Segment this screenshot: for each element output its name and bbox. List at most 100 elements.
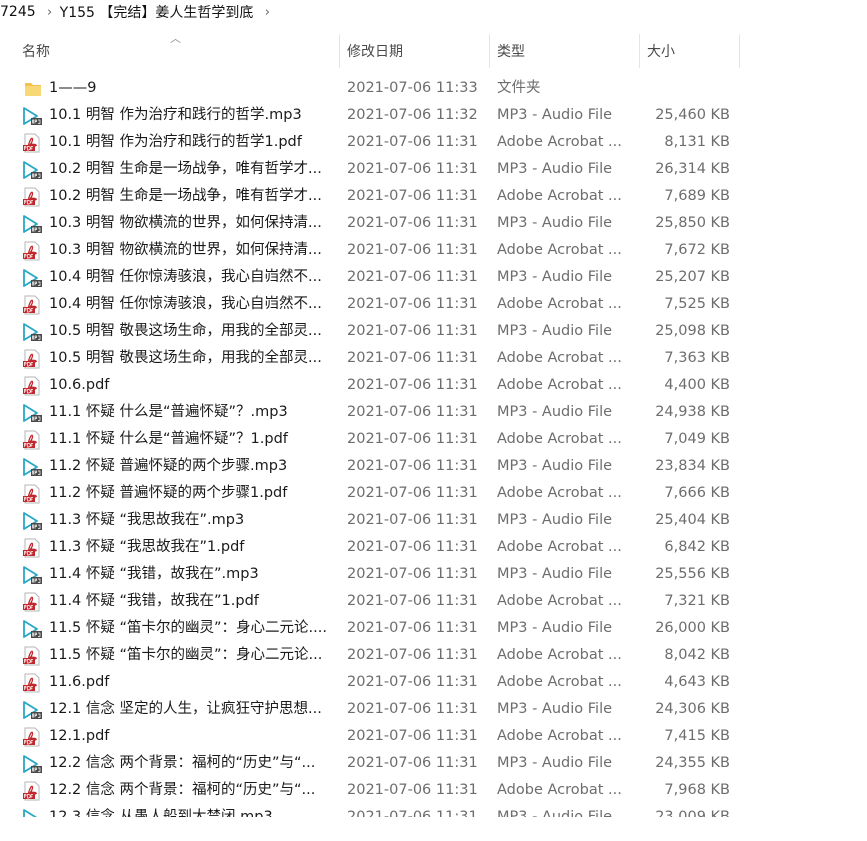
file-row[interactable]: 12.1.pdf 2021-07-06 11:31 Adobe Acrobat ..… <box>0 723 867 750</box>
breadcrumb-item-parent[interactable]: 7245 <box>0 4 40 20</box>
file-type: MP3 - Audio File <box>497 269 613 285</box>
file-modified-date: 2021-07-06 11:31 <box>347 350 478 366</box>
pdf-file-icon <box>22 133 44 153</box>
column-divider[interactable] <box>739 34 740 68</box>
file-row[interactable]: 10.3 明智 物欲横流的世界，如何保持清... 2021-07-06 11:31… <box>0 237 867 264</box>
column-header-bar: 名称 ︿ 修改日期 类型 大小 <box>0 32 867 68</box>
file-name: 10.1 明智 作为治疗和践行的哲学.mp3 <box>49 107 302 123</box>
pdf-file-icon <box>22 727 44 747</box>
file-modified-date: 2021-07-06 11:31 <box>347 377 478 393</box>
file-row[interactable]: 10.2 明智 生命是一场战争，唯有哲学才... 2021-07-06 11:31… <box>0 156 867 183</box>
file-row[interactable]: 11.4 怀疑 “我错，故我在”1.pdf 2021-07-06 11:31 Ado… <box>0 588 867 615</box>
file-name: 10.5 明智 敬畏这场生命，用我的全部灵... <box>49 323 322 339</box>
file-row[interactable]: 12.2 信念 两个背景：福柯的“历史”与“... 2021-07-06 11:3… <box>0 750 867 777</box>
file-type: MP3 - Audio File <box>497 215 613 231</box>
file-row[interactable]: 10.2 明智 生命是一场战争，唯有哲学才... 2021-07-06 11:31… <box>0 183 867 210</box>
column-divider[interactable] <box>339 34 340 68</box>
file-modified-date: 2021-07-06 11:31 <box>347 593 478 609</box>
file-row[interactable]: 11.3 怀疑 “我思故我在”.mp3 2021-07-06 11:31 MP3 -… <box>0 507 867 534</box>
file-size: 23,834 KB <box>655 458 730 474</box>
chevron-right-icon[interactable]: › <box>40 5 60 20</box>
mp3-file-icon <box>22 565 44 585</box>
file-type: MP3 - Audio File <box>497 107 613 123</box>
pdf-file-icon <box>22 781 44 801</box>
file-size: 4,400 KB <box>664 377 730 393</box>
file-row[interactable]: 10.6.pdf 2021-07-06 11:31 Adobe Acrobat ..… <box>0 372 867 399</box>
file-row[interactable]: 10.4 明智 任你惊涛骇浪，我心自岿然不... 2021-07-06 11:31… <box>0 264 867 291</box>
column-divider[interactable] <box>489 34 490 68</box>
file-row[interactable]: 10.1 明智 作为治疗和践行的哲学1.pdf 2021-07-06 11:31 A… <box>0 129 867 156</box>
file-size: 8,131 KB <box>664 134 730 150</box>
file-type: Adobe Acrobat ... <box>497 350 622 366</box>
mp3-file-icon <box>22 268 44 288</box>
file-row[interactable]: 10.5 明智 敬畏这场生命，用我的全部灵... 2021-07-06 11:31… <box>0 318 867 345</box>
sort-ascending-icon: ︿ <box>170 32 181 45</box>
file-name: 11.5 怀疑 “笛卡尔的幽灵”：身心二元论.... <box>49 620 327 636</box>
file-row[interactable]: 1——9 2021-07-06 11:33 文件夹 <box>0 75 867 102</box>
file-name: 11.4 怀疑 “我错，故我在”1.pdf <box>49 593 259 609</box>
file-size: 25,404 KB <box>655 512 730 528</box>
pdf-file-icon <box>22 538 44 558</box>
file-row[interactable]: 11.5 怀疑 “笛卡尔的幽灵”：身心二元论... 2021-07-06 11:3… <box>0 642 867 669</box>
file-row[interactable]: 10.5 明智 敬畏这场生命，用我的全部灵... 2021-07-06 11:31… <box>0 345 867 372</box>
file-name: 12.2 信念 两个背景：福柯的“历史”与“... <box>49 755 316 771</box>
file-modified-date: 2021-07-06 11:32 <box>347 107 478 123</box>
mp3-file-icon <box>22 214 44 234</box>
file-row[interactable]: 11.5 怀疑 “笛卡尔的幽灵”：身心二元论.... 2021-07-06 11:… <box>0 615 867 642</box>
file-size: 25,207 KB <box>655 269 730 285</box>
file-row[interactable]: 11.1 怀疑 什么是“普遍怀疑”？1.pdf 2021-07-06 11:31 A… <box>0 426 867 453</box>
column-header-date[interactable]: 修改日期 <box>347 34 489 68</box>
file-row[interactable]: 11.3 怀疑 “我思故我在”1.pdf 2021-07-06 11:31 Adob… <box>0 534 867 561</box>
file-row[interactable]: 10.4 明智 任你惊涛骇浪，我心自岿然不... 2021-07-06 11:31… <box>0 291 867 318</box>
file-type: MP3 - Audio File <box>497 620 613 636</box>
file-size: 24,938 KB <box>655 404 730 420</box>
file-row[interactable]: 11.2 怀疑 普遍怀疑的两个步骤1.pdf 2021-07-06 11:31 Ad… <box>0 480 867 507</box>
file-type: MP3 - Audio File <box>497 755 613 771</box>
file-row[interactable]: 11.4 怀疑 “我错，故我在”.mp3 2021-07-06 11:31 MP3 … <box>0 561 867 588</box>
column-header-size[interactable]: 大小 <box>647 34 739 68</box>
file-type: Adobe Acrobat ... <box>497 188 622 204</box>
mp3-file-icon <box>22 754 44 774</box>
pdf-file-icon <box>22 241 44 261</box>
pdf-file-icon <box>22 187 44 207</box>
file-modified-date: 2021-07-06 11:31 <box>347 755 478 771</box>
file-type: MP3 - Audio File <box>497 404 613 420</box>
file-row[interactable]: 10.3 明智 物欲横流的世界，如何保持清... 2021-07-06 11:31… <box>0 210 867 237</box>
file-modified-date: 2021-07-06 11:31 <box>347 161 478 177</box>
file-type: MP3 - Audio File <box>497 566 613 582</box>
file-row[interactable]: 11.2 怀疑 普遍怀疑的两个步骤.mp3 2021-07-06 11:31 MP3… <box>0 453 867 480</box>
file-row[interactable]: 10.1 明智 作为治疗和践行的哲学.mp3 2021-07-06 11:32 MP… <box>0 102 867 129</box>
file-row[interactable]: 12.2 信念 两个背景：福柯的“历史”与“... 2021-07-06 11:3… <box>0 777 867 804</box>
file-size: 7,666 KB <box>664 485 730 501</box>
file-size: 7,049 KB <box>664 431 730 447</box>
file-type: Adobe Acrobat ... <box>497 647 622 663</box>
pdf-file-icon <box>22 430 44 450</box>
file-modified-date: 2021-07-06 11:31 <box>347 404 478 420</box>
file-name: 11.6.pdf <box>49 674 110 690</box>
file-row[interactable]: 11.1 怀疑 什么是“普遍怀疑”？.mp3 2021-07-06 11:31 MP… <box>0 399 867 426</box>
file-size: 24,355 KB <box>655 755 730 771</box>
file-modified-date: 2021-07-06 11:31 <box>347 512 478 528</box>
column-header-name-label: 名称 <box>22 44 50 60</box>
file-row[interactable]: 12.1 信念 坚定的人生，让疯狂守护思想... 2021-07-06 11:31… <box>0 696 867 723</box>
file-type: 文件夹 <box>497 80 541 96</box>
chevron-right-icon[interactable]: › <box>257 5 277 20</box>
file-row[interactable]: 11.6.pdf 2021-07-06 11:31 Adobe Acrobat ..… <box>0 669 867 696</box>
file-name: 11.3 怀疑 “我思故我在”1.pdf <box>49 539 245 555</box>
column-divider[interactable] <box>639 34 640 68</box>
file-name: 10.4 明智 任你惊涛骇浪，我心自岿然不... <box>49 296 322 312</box>
file-type: MP3 - Audio File <box>497 512 613 528</box>
file-name: 11.1 怀疑 什么是“普遍怀疑”？.mp3 <box>49 404 288 420</box>
mp3-file-icon <box>22 106 44 126</box>
mp3-file-icon <box>22 511 44 531</box>
file-type: Adobe Acrobat ... <box>497 782 622 798</box>
breadcrumb-item-current[interactable]: Y155 【完结】姜人生哲学到底 <box>60 2 258 22</box>
file-type: Adobe Acrobat ... <box>497 728 622 744</box>
file-type: Adobe Acrobat ... <box>497 431 622 447</box>
file-modified-date: 2021-07-06 11:31 <box>347 647 478 663</box>
column-header-type[interactable]: 类型 <box>497 34 639 68</box>
file-name: 11.5 怀疑 “笛卡尔的幽灵”：身心二元论... <box>49 647 323 663</box>
file-size: 25,098 KB <box>655 323 730 339</box>
file-modified-date: 2021-07-06 11:31 <box>347 188 478 204</box>
file-name: 11.4 怀疑 “我错，故我在”.mp3 <box>49 566 259 582</box>
